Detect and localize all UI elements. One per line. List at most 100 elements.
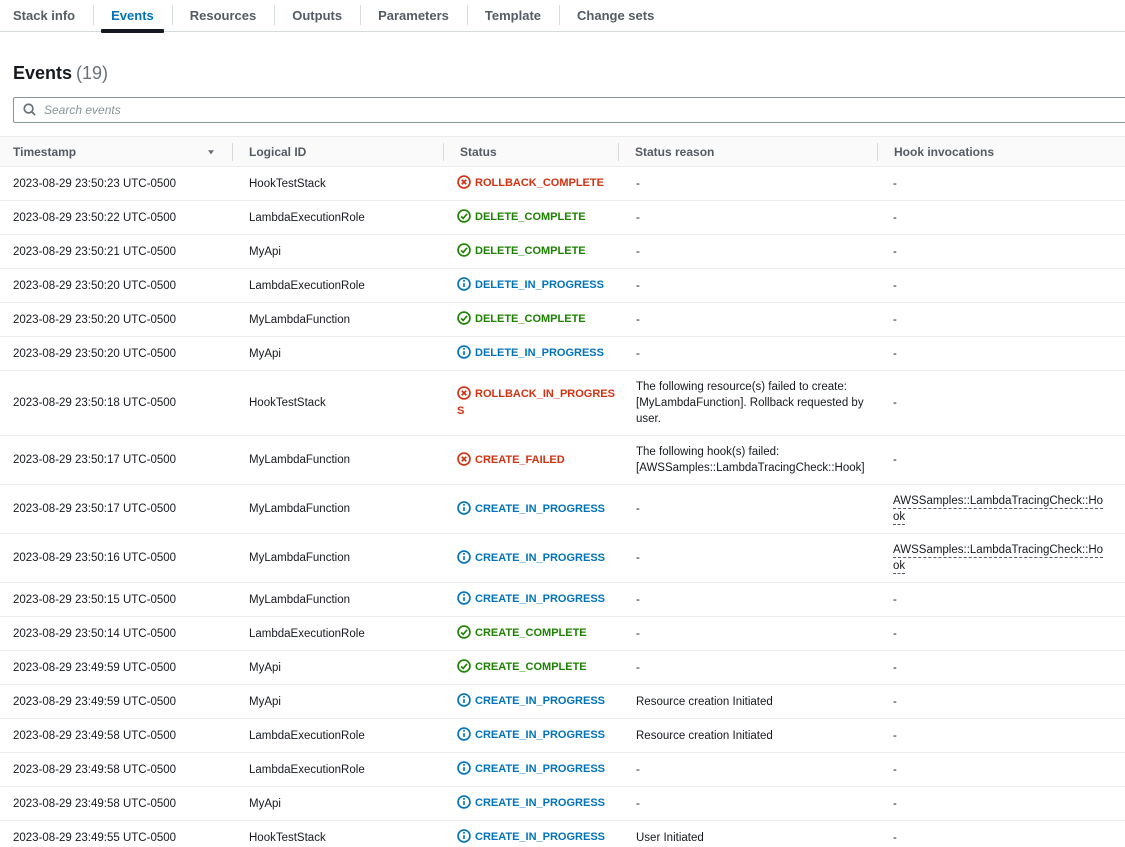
event-logical-id: LambdaExecutionRole: [232, 201, 443, 235]
hook-invocation-link[interactable]: AWSSamples::LambdaTracingCheck::Hook: [893, 495, 1103, 525]
event-status: CREATE_IN_PROGRESS: [443, 787, 618, 821]
event-logical-id: MyLambdaFunction: [232, 583, 443, 617]
stack-detail-tabs: Stack info Events Resources Outputs Para…: [0, 0, 1125, 32]
table-row: 2023-08-29 23:50:17 UTC-0500 MyLambdaFun…: [0, 436, 1125, 485]
tab-change-sets[interactable]: Change sets: [559, 0, 672, 31]
tab-label: Events: [111, 0, 154, 31]
tab-label: Resources: [190, 0, 256, 31]
column-header-hook-invocations: Hook invocations: [877, 137, 1125, 167]
tab-events[interactable]: Events: [93, 0, 172, 31]
check-circle-icon: [457, 659, 471, 676]
event-logical-id: MyLambdaFunction: [232, 436, 443, 485]
event-timestamp: 2023-08-29 23:50:20 UTC-0500: [0, 269, 232, 303]
event-logical-id: LambdaExecutionRole: [232, 719, 443, 753]
tab-resources[interactable]: Resources: [172, 0, 274, 31]
tab-template[interactable]: Template: [467, 0, 559, 31]
table-row: 2023-08-29 23:50:22 UTC-0500 LambdaExecu…: [0, 201, 1125, 235]
event-timestamp: 2023-08-29 23:50:14 UTC-0500: [0, 617, 232, 651]
column-header-status: Status: [443, 137, 618, 167]
event-status: DELETE_IN_PROGRESS: [443, 337, 618, 371]
event-logical-id: MyLambdaFunction: [232, 485, 443, 534]
status-text: CREATE_IN_PROGRESS: [475, 503, 605, 515]
status-text: CREATE_IN_PROGRESS: [475, 797, 605, 809]
event-logical-id: HookTestStack: [232, 371, 443, 436]
table-row: 2023-08-29 23:50:18 UTC-0500 HookTestSta…: [0, 371, 1125, 436]
tab-label: Template: [485, 0, 541, 31]
event-status-reason: -: [618, 303, 877, 337]
event-status: CREATE_COMPLETE: [443, 617, 618, 651]
status-text: CREATE_COMPLETE: [475, 627, 587, 639]
event-status-reason: Resource creation Initiated: [618, 685, 877, 719]
event-status: DELETE_COMPLETE: [443, 303, 618, 337]
event-status: CREATE_IN_PROGRESS: [443, 485, 618, 534]
table-header-row: Timestamp Logical ID Status Status reaso…: [0, 137, 1125, 167]
tab-outputs[interactable]: Outputs: [274, 0, 360, 31]
event-logical-id: MyApi: [232, 651, 443, 685]
event-hook-invocations: -: [877, 719, 1125, 753]
column-header-timestamp[interactable]: Timestamp: [0, 137, 232, 167]
info-circle-icon: [457, 795, 471, 812]
check-circle-icon: [457, 209, 471, 226]
event-timestamp: 2023-08-29 23:50:23 UTC-0500: [0, 167, 232, 201]
event-logical-id: LambdaExecutionRole: [232, 617, 443, 651]
event-hook-invocations: -: [877, 303, 1125, 337]
status-text: ROLLBACK_COMPLETE: [475, 177, 604, 189]
event-status-reason: -: [618, 337, 877, 371]
event-timestamp: 2023-08-29 23:50:17 UTC-0500: [0, 436, 232, 485]
info-circle-icon: [457, 591, 471, 608]
event-hook-invocations: -: [877, 583, 1125, 617]
event-logical-id: HookTestStack: [232, 167, 443, 201]
table-row: 2023-08-29 23:50:20 UTC-0500 LambdaExecu…: [0, 269, 1125, 303]
event-status-reason: User Initiated: [618, 821, 877, 847]
event-status: CREATE_IN_PROGRESS: [443, 583, 618, 617]
x-circle-icon: [457, 386, 471, 403]
event-status-reason: -: [618, 753, 877, 787]
table-row: 2023-08-29 23:50:23 UTC-0500 HookTestSta…: [0, 167, 1125, 201]
triangle-down-icon: [206, 147, 216, 157]
status-text: CREATE_COMPLETE: [475, 661, 587, 673]
event-status-reason: -: [618, 269, 877, 303]
tab-label: Change sets: [577, 0, 654, 31]
event-hook-invocations: AWSSamples::LambdaTracingCheck::Hook: [877, 485, 1125, 534]
event-status-reason: -: [618, 167, 877, 201]
event-status-reason: -: [618, 485, 877, 534]
tab-parameters[interactable]: Parameters: [360, 0, 467, 31]
event-status: CREATE_COMPLETE: [443, 651, 618, 685]
event-hook-invocations: -: [877, 167, 1125, 201]
event-timestamp: 2023-08-29 23:49:58 UTC-0500: [0, 719, 232, 753]
table-row: 2023-08-29 23:49:59 UTC-0500 MyApi CREAT…: [0, 651, 1125, 685]
status-text: DELETE_IN_PROGRESS: [475, 347, 604, 359]
event-logical-id: LambdaExecutionRole: [232, 269, 443, 303]
event-timestamp: 2023-08-29 23:49:59 UTC-0500: [0, 685, 232, 719]
tab-label: Outputs: [292, 0, 342, 31]
event-timestamp: 2023-08-29 23:50:21 UTC-0500: [0, 235, 232, 269]
event-logical-id: HookTestStack: [232, 821, 443, 847]
event-logical-id: LambdaExecutionRole: [232, 753, 443, 787]
status-text: DELETE_COMPLETE: [475, 245, 586, 257]
event-hook-invocations: -: [877, 617, 1125, 651]
page-title: Events(19): [13, 62, 1125, 84]
event-status: DELETE_COMPLETE: [443, 201, 618, 235]
event-hook-invocations: AWSSamples::LambdaTracingCheck::Hook: [877, 534, 1125, 583]
event-status: CREATE_IN_PROGRESS: [443, 685, 618, 719]
event-hook-invocations: -: [877, 371, 1125, 436]
event-status: CREATE_FAILED: [443, 436, 618, 485]
check-circle-icon: [457, 311, 471, 328]
column-header-logical-id: Logical ID: [232, 137, 443, 167]
event-hook-invocations: -: [877, 269, 1125, 303]
table-row: 2023-08-29 23:50:15 UTC-0500 MyLambdaFun…: [0, 583, 1125, 617]
status-text: CREATE_IN_PROGRESS: [475, 695, 605, 707]
event-logical-id: MyApi: [232, 235, 443, 269]
event-hook-invocations: -: [877, 337, 1125, 371]
info-circle-icon: [457, 277, 471, 294]
event-hook-invocations: -: [877, 787, 1125, 821]
hook-invocation-link[interactable]: AWSSamples::LambdaTracingCheck::Hook: [893, 544, 1103, 574]
events-count: (19): [76, 63, 108, 83]
event-timestamp: 2023-08-29 23:49:55 UTC-0500: [0, 821, 232, 847]
event-status: DELETE_IN_PROGRESS: [443, 269, 618, 303]
search-input[interactable]: [13, 97, 1125, 123]
tab-label: Parameters: [378, 0, 449, 31]
table-row: 2023-08-29 23:49:58 UTC-0500 LambdaExecu…: [0, 753, 1125, 787]
column-label: Timestamp: [13, 145, 76, 159]
tab-stack-info[interactable]: Stack info: [0, 0, 93, 31]
